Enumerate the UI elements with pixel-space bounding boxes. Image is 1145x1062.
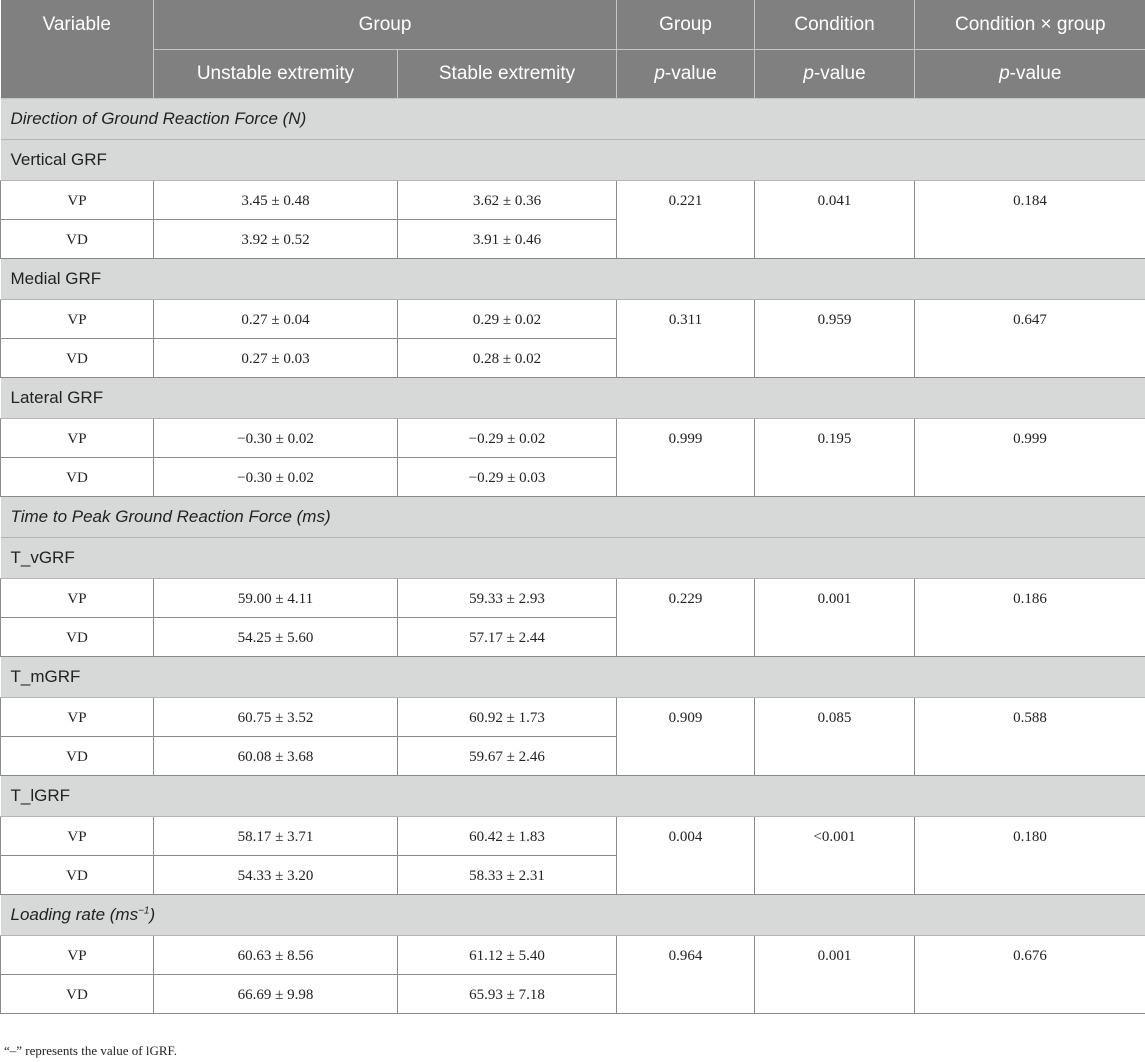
condition-cell: VP <box>0 299 154 339</box>
interaction-p-cell: 0.184 <box>914 180 1145 259</box>
header-condition-pvalue: p-value <box>754 49 915 99</box>
unstable-cell: 54.25 ± 5.60 <box>153 617 398 657</box>
section-time-to-peak: Time to Peak Ground Reaction Force (ms) <box>0 496 1145 538</box>
block-label-lateral: Lateral GRF <box>0 377 1145 419</box>
condition-cell: VD <box>0 219 154 259</box>
table-header: Variable Group Group Condition Condition… <box>0 0 1145 99</box>
stable-cell: 0.28 ± 0.02 <box>397 338 617 378</box>
condition-cell: VD <box>0 338 154 378</box>
header-interaction: Condition × group <box>914 0 1145 50</box>
condition-p-cell: 0.041 <box>754 180 915 259</box>
block-label-t-vgrf: T_vGRF <box>0 537 1145 579</box>
interaction-p-cell: 0.647 <box>914 299 1145 378</box>
header-group: Group <box>153 0 617 50</box>
unstable-cell: 3.92 ± 0.52 <box>153 219 398 259</box>
group-p-cell: 0.964 <box>616 935 755 1014</box>
interaction-p-cell: 0.180 <box>914 816 1145 895</box>
header-stable: Stable extremity <box>397 49 617 99</box>
condition-p-cell: 0.001 <box>754 578 915 657</box>
header-condition: Condition <box>754 0 915 50</box>
stable-cell: 65.93 ± 7.18 <box>397 974 617 1014</box>
condition-p-cell: 0.195 <box>754 418 915 497</box>
stable-cell: 61.12 ± 5.40 <box>397 935 617 975</box>
stable-cell: 0.29 ± 0.02 <box>397 299 617 339</box>
interaction-p-cell: 0.186 <box>914 578 1145 657</box>
condition-cell: VP <box>0 935 154 975</box>
interaction-p-cell: 0.999 <box>914 418 1145 497</box>
table-row: VP 59.00 ± 4.11 59.33 ± 2.93 0.229 0.001… <box>0 578 1145 657</box>
group-p-cell: 0.909 <box>616 697 755 776</box>
group-p-cell: 0.999 <box>616 418 755 497</box>
condition-cell: VP <box>0 418 154 458</box>
condition-p-cell: <0.001 <box>754 816 915 895</box>
unstable-cell: 0.27 ± 0.04 <box>153 299 398 339</box>
unstable-cell: −0.30 ± 0.02 <box>153 457 398 497</box>
header-variable: Variable <box>0 0 154 99</box>
condition-p-cell: 0.001 <box>754 935 915 1014</box>
unstable-cell: 3.45 ± 0.48 <box>153 180 398 220</box>
condition-cell: VD <box>0 855 154 895</box>
interaction-p-cell: 0.676 <box>914 935 1145 1014</box>
table-row: VP 3.45 ± 0.48 3.62 ± 0.36 0.221 0.041 0… <box>0 180 1145 259</box>
unstable-cell: 59.00 ± 4.11 <box>153 578 398 618</box>
stable-cell: 3.91 ± 0.46 <box>397 219 617 259</box>
unstable-cell: 54.33 ± 3.20 <box>153 855 398 895</box>
table-footnote: “–” represents the value of lGRF. <box>4 1043 177 1058</box>
group-p-cell: 0.221 <box>616 180 755 259</box>
table-row: VP 58.17 ± 3.71 60.42 ± 1.83 0.004 <0.00… <box>0 816 1145 895</box>
stable-cell: 60.92 ± 1.73 <box>397 697 617 737</box>
condition-cell: VD <box>0 617 154 657</box>
block-label-vertical: Vertical GRF <box>0 139 1145 181</box>
condition-p-cell: 0.085 <box>754 697 915 776</box>
unstable-cell: 0.27 ± 0.03 <box>153 338 398 378</box>
group-p-cell: 0.229 <box>616 578 755 657</box>
table-row: VP 0.27 ± 0.04 0.29 ± 0.02 0.311 0.959 0… <box>0 299 1145 378</box>
table-row: VP 60.63 ± 8.56 61.12 ± 5.40 0.964 0.001… <box>0 935 1145 1014</box>
results-table: Variable Group Group Condition Condition… <box>0 0 1145 1014</box>
stable-cell: 57.17 ± 2.44 <box>397 617 617 657</box>
condition-cell: VD <box>0 736 154 776</box>
unstable-cell: −0.30 ± 0.02 <box>153 418 398 458</box>
stable-cell: 59.33 ± 2.93 <box>397 578 617 618</box>
condition-cell: VP <box>0 816 154 856</box>
stable-cell: 60.42 ± 1.83 <box>397 816 617 856</box>
block-label-t-lgrf: T_lGRF <box>0 775 1145 817</box>
block-label-medial: Medial GRF <box>0 258 1145 300</box>
group-p-cell: 0.004 <box>616 816 755 895</box>
stable-cell: 58.33 ± 2.31 <box>397 855 617 895</box>
condition-p-cell: 0.959 <box>754 299 915 378</box>
stable-cell: −0.29 ± 0.02 <box>397 418 617 458</box>
condition-cell: VP <box>0 180 154 220</box>
condition-cell: VD <box>0 457 154 497</box>
unstable-cell: 60.75 ± 3.52 <box>153 697 398 737</box>
unstable-cell: 66.69 ± 9.98 <box>153 974 398 1014</box>
unstable-cell: 60.63 ± 8.56 <box>153 935 398 975</box>
condition-cell: VD <box>0 974 154 1014</box>
table-row: VP −0.30 ± 0.02 −0.29 ± 0.02 0.999 0.195… <box>0 418 1145 497</box>
table-row: VP 60.75 ± 3.52 60.92 ± 1.73 0.909 0.085… <box>0 697 1145 776</box>
unstable-cell: 58.17 ± 3.71 <box>153 816 398 856</box>
stable-cell: 59.67 ± 2.46 <box>397 736 617 776</box>
stable-cell: −0.29 ± 0.03 <box>397 457 617 497</box>
group-p-cell: 0.311 <box>616 299 755 378</box>
condition-cell: VP <box>0 578 154 618</box>
section-loading-rate: Loading rate (ms−1) <box>0 894 1145 936</box>
stable-cell: 3.62 ± 0.36 <box>397 180 617 220</box>
header-unstable: Unstable extremity <box>153 49 398 99</box>
interaction-p-cell: 0.588 <box>914 697 1145 776</box>
header-group-p: Group <box>616 0 755 50</box>
header-group-pvalue: p-value <box>616 49 755 99</box>
section-direction: Direction of Ground Reaction Force (N) <box>0 98 1145 140</box>
condition-cell: VP <box>0 697 154 737</box>
header-interaction-pvalue: p-value <box>914 49 1145 99</box>
unstable-cell: 60.08 ± 3.68 <box>153 736 398 776</box>
block-label-t-mgrf: T_mGRF <box>0 656 1145 698</box>
